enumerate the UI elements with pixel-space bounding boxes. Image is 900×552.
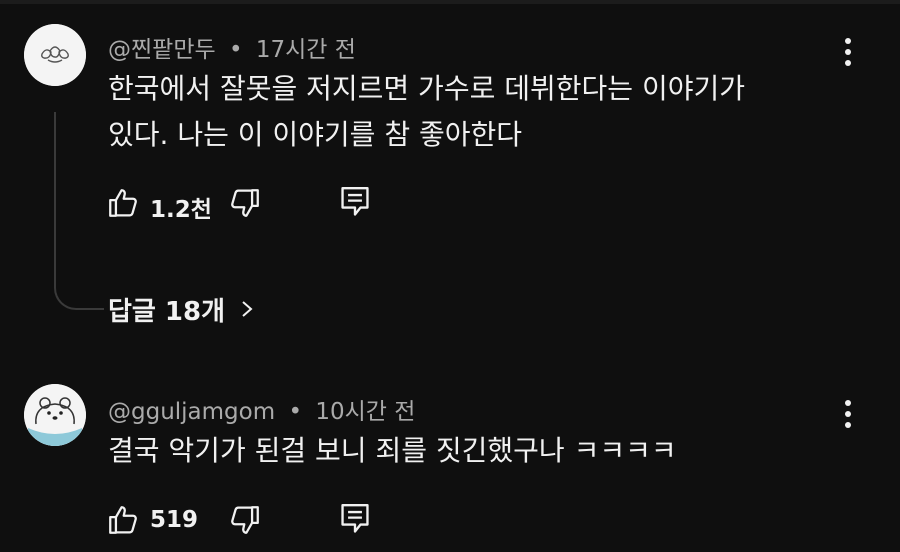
top-divider [0,0,900,4]
avatar[interactable] [24,384,86,446]
avatar[interactable] [24,24,86,86]
comment-meta: @gguljamgom • 10시간 전 [108,392,415,426]
comment-time[interactable]: 10시간 전 [315,399,415,425]
comment-text: 한국에서 잘못을 저지르면 가수로 데뷔한다는 이야기가 있다. 나는 이 이야… [108,66,745,158]
thumbs-up-icon [109,506,137,534]
comment-text-line: 있다. 나는 이 이야기를 참 좋아한다 [108,118,523,151]
like-button[interactable] [106,186,140,224]
thumbs-down-icon [231,189,259,217]
replies-toggle[interactable]: 답글 18개 [108,287,255,331]
like-count: 519 [150,507,199,533]
comment-time[interactable]: 17시간 전 [256,37,356,63]
reply-icon [341,503,369,533]
like-count: 1.2천 [150,197,212,223]
comment-text-line: 결국 악기가 된걸 보니 죄를 짓긴했구나 ㅋㅋㅋㅋ [108,434,677,467]
thread-line [54,112,104,310]
comment-text-line: 한국에서 잘못을 저지르면 가수로 데뷔한다는 이야기가 [108,72,745,105]
dislike-button[interactable] [228,503,262,541]
reply-button[interactable] [338,501,372,541]
reply-button[interactable] [338,184,372,224]
comment-text: 결국 악기가 된걸 보니 죄를 짓긴했구나 ㅋㅋㅋㅋ [108,428,677,474]
reply-icon [341,186,369,216]
meta-separator: • [288,399,303,425]
comment-author[interactable]: @gguljamgom [108,399,275,425]
dislike-button[interactable] [228,186,262,224]
more-vertical-icon[interactable] [836,36,860,68]
comment-meta: @찐팥만두 • 17시간 전 [108,30,356,64]
comment-author[interactable]: @찐팥만두 [108,37,216,63]
thumbs-down-icon [231,506,259,534]
meta-separator: • [228,37,243,63]
like-button[interactable] [106,503,140,541]
chevron-right-icon [242,301,253,317]
thumbs-up-icon [109,189,137,217]
dumpling-icon [24,24,86,86]
more-vertical-icon[interactable] [836,398,860,430]
replies-count: 답글 18개 [108,296,225,327]
polar-bear-icon [24,384,86,446]
